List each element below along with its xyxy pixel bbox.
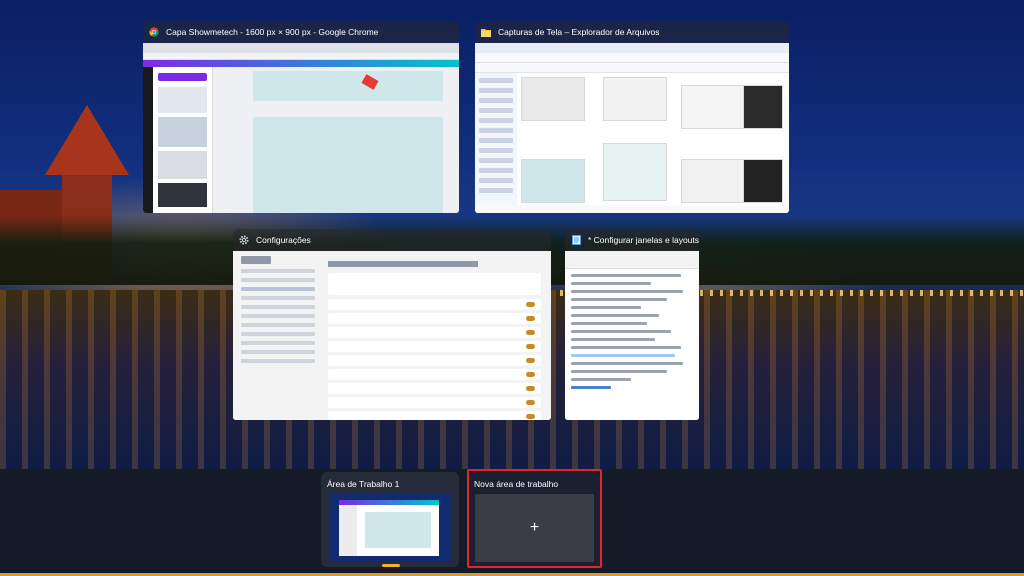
desktop-thumbnail <box>329 494 451 562</box>
thumb-canvas-page <box>253 71 443 101</box>
window-header: Capa Showmetech - 1600 px × 900 px - Goo… <box>143 21 459 43</box>
window-title: Configurações <box>256 235 311 245</box>
thumb-addressbar <box>475 53 789 63</box>
active-desktop-indicator <box>382 564 400 567</box>
virtual-desktops-bar: Área de Trabalho 1 Nova área de trabalho… <box>0 469 1024 576</box>
window-explorer[interactable]: Capturas de Tela – Explorador de Arquivo… <box>475 21 789 213</box>
thumb-settings-main <box>328 257 541 420</box>
thumb-notepad-body <box>565 251 699 420</box>
thumb-file <box>521 77 585 121</box>
thumb-notepad-tabs <box>565 251 699 269</box>
window-notepad[interactable]: * Configurar janelas e layouts c... <box>565 229 699 420</box>
folder-icon <box>481 27 491 37</box>
thumb-file <box>603 143 667 201</box>
thumb-canvas-area <box>213 67 459 213</box>
window-thumbnail <box>143 43 459 213</box>
desktop-thumb-window <box>339 500 439 556</box>
window-chrome[interactable]: Capa Showmetech - 1600 px × 900 px - Goo… <box>143 21 459 213</box>
window-thumbnail <box>475 43 789 213</box>
window-header: Capturas de Tela – Explorador de Arquivo… <box>475 21 789 43</box>
window-header: * Configurar janelas e layouts c... <box>565 229 699 251</box>
window-settings[interactable]: Configurações <box>233 229 551 420</box>
window-title: * Configurar janelas e layouts c... <box>588 235 699 245</box>
thumb-file <box>603 77 667 121</box>
thumb-settings-nav <box>233 251 323 420</box>
thumb-statusbar <box>475 205 789 213</box>
thumb-file <box>743 85 783 129</box>
window-header: Configurações <box>233 229 551 251</box>
thumb-addressbar <box>143 53 459 60</box>
thumb-file <box>681 159 745 203</box>
wallpaper-castle-roof <box>45 105 129 175</box>
thumb-app-panel <box>153 67 213 213</box>
thumb-tabbar <box>143 43 459 53</box>
thumb-navpane <box>475 73 517 205</box>
thumb-file-grid <box>521 77 785 203</box>
thumb-file <box>521 159 585 203</box>
thumb-app-sidebar <box>143 67 153 213</box>
thumb-toolbar <box>475 63 789 73</box>
window-thumbnail <box>565 251 699 420</box>
desktop-label: Área de Trabalho 1 <box>327 479 400 489</box>
thumb-file <box>743 159 783 203</box>
notepad-icon <box>571 235 581 245</box>
desktop-card-1[interactable]: Área de Trabalho 1 <box>321 472 459 567</box>
thumb-file <box>681 85 745 129</box>
highlight-box <box>467 469 602 568</box>
window-title: Capa Showmetech - 1600 px × 900 px - Goo… <box>166 27 379 37</box>
thumb-canvas-page <box>253 117 443 213</box>
chrome-icon <box>149 27 159 37</box>
thumb-tabbar <box>475 43 789 53</box>
window-thumbnail <box>233 251 551 420</box>
window-title: Capturas de Tela – Explorador de Arquivo… <box>498 27 660 37</box>
gear-icon <box>239 235 249 245</box>
thumb-app-topbar <box>143 60 459 67</box>
thumb-settings-body <box>233 251 551 420</box>
